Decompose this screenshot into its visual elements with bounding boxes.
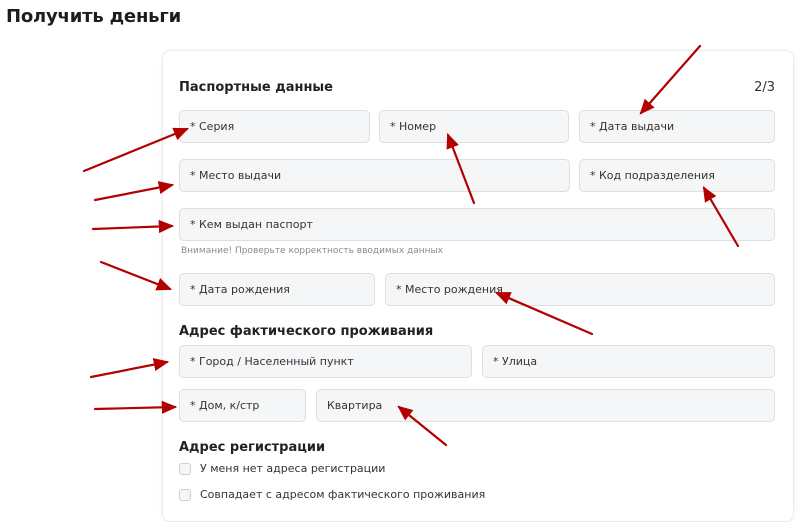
arrow-to-birth-date [99,260,173,291]
issued-by-field[interactable]: * Кем выдан паспорт [179,208,775,241]
issue-date-field[interactable]: * Дата выдачи [579,110,775,143]
same-as-actual-label: Совпадает с адресом фактического прожива… [200,488,486,501]
issue-place-field[interactable]: * Место выдачи [179,159,570,192]
arrow-to-issued-by [91,219,175,234]
apartment-field[interactable]: Квартира [316,389,775,422]
birth-place-field[interactable]: * Место рождения [385,273,775,306]
passport-series-field[interactable]: * Серия [179,110,370,143]
arrow-to-city [89,358,170,379]
division-code-field[interactable]: * Код подразделения [579,159,775,192]
actual-address-section-title: Адрес фактического проживания [179,324,434,339]
form-card: Паспортные данные 2/3 * Серия * Номер * … [162,50,794,522]
birth-date-field[interactable]: * Дата рождения [179,273,375,306]
step-indicator: 2/3 [754,80,775,95]
house-field[interactable]: * Дом, к/стр [179,389,306,422]
street-field[interactable]: * Улица [482,345,775,378]
validation-hint: Внимание! Проверьте корректность вводимы… [181,246,443,256]
passport-section-title: Паспортные данные [179,80,334,95]
city-field[interactable]: * Город / Населенный пункт [179,345,472,378]
no-registration-option[interactable]: У меня нет адреса регистрации [179,462,385,475]
same-as-actual-checkbox[interactable] [179,488,191,501]
same-as-actual-option[interactable]: Совпадает с адресом фактического прожива… [179,488,485,501]
registration-address-section-title: Адрес регистрации [179,440,326,455]
page-title: Получить деньги [6,6,181,27]
no-registration-checkbox[interactable] [179,462,191,475]
passport-number-field[interactable]: * Номер [379,110,569,143]
arrow-to-issue-place [93,181,175,202]
no-registration-label: У меня нет адреса регистрации [200,462,386,475]
